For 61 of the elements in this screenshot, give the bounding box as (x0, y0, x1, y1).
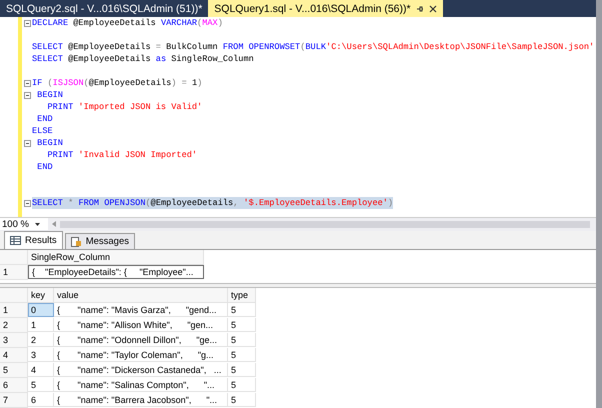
table-cell[interactable]: { "name": "Odonnell Dillon", "ge... (54, 333, 228, 348)
table-cell[interactable]: 5 (28, 378, 54, 392)
table-cell[interactable]: { "name": "Salinas Compton", "... (54, 378, 228, 392)
code-line: END (36, 113, 53, 126)
document-tab[interactable]: SQLQuery2.sql - V...016\SQLAdmin (51))* (0, 0, 208, 18)
table-cell[interactable]: 5 (228, 363, 256, 378)
code-line: PRINT 'Invalid JSON Imported' (46, 149, 198, 162)
row-number: 1 (0, 265, 28, 280)
column-header: SingleRow_Column (28, 250, 204, 266)
code-line: BEGIN (36, 137, 63, 150)
table-cell[interactable]: 5 (228, 348, 256, 362)
collapse-icon[interactable] (24, 140, 31, 147)
table-cell[interactable]: 6 (28, 393, 54, 408)
row-number: 3 (0, 333, 28, 348)
table-cell[interactable]: { "name": "Taylor Coleman", "g... (54, 348, 228, 362)
grid-icon (10, 236, 21, 246)
code-line: IF (ISJSON(@EmployeeDetails) = 1) (32, 77, 202, 90)
row-number: 5 (0, 363, 28, 378)
column-header: value (54, 288, 228, 304)
collapse-icon[interactable] (24, 80, 31, 87)
row-number: 1 (0, 303, 28, 318)
table-cell[interactable]: 2 (28, 333, 54, 348)
code-line: ELSE (32, 125, 53, 138)
table-cell[interactable]: 3 (28, 348, 54, 362)
row-number: 7 (0, 393, 28, 408)
column-header: key (28, 288, 54, 304)
table-cell[interactable]: 5 (228, 393, 256, 408)
table-cell[interactable]: 5 (228, 333, 256, 348)
table-cell[interactable]: 0 (28, 303, 54, 318)
code-line: BEGIN (36, 89, 63, 102)
table-cell[interactable]: { "name": "Allison White", "gen... (54, 318, 228, 332)
close-icon[interactable] (428, 4, 437, 13)
code-line: END (36, 161, 53, 174)
row-number: 4 (0, 348, 28, 364)
collapse-icon[interactable] (24, 200, 31, 207)
horizontal-scrollbar[interactable] (60, 220, 590, 228)
column-header: type (228, 288, 256, 304)
document-icon (70, 236, 82, 247)
results-tab[interactable]: Messages (64, 233, 135, 250)
code-line: DECLARE @EmployeeDetails VARCHAR(MAX) (32, 17, 223, 30)
table-cell[interactable]: 1 (28, 318, 54, 332)
table-cell[interactable]: 5 (228, 318, 256, 332)
table-cell[interactable]: { "name": "Barrera Jacobson", "... (54, 393, 228, 408)
pin-icon[interactable] (416, 4, 424, 13)
table-cell[interactable]: { "EmployeeDetails": { "Employee"... (28, 265, 204, 280)
code-line: SELECT @EmployeeDetails = BulkColumn FROM OPENROWSET(BULK'C:\Users\SQLAdmin\Desktop\JSONFile\SampleJSON.json' (32, 41, 594, 54)
table-cell[interactable]: 5 (228, 303, 256, 318)
collapse-icon[interactable] (24, 20, 31, 27)
code-line: SELECT @EmployeeDetails as SingleRow_Column (32, 53, 254, 66)
caret-icon (34, 222, 40, 226)
code-line: PRINT 'Imported JSON is Valid' (46, 101, 202, 114)
results-tab[interactable]: Results (4, 231, 63, 250)
table-cell[interactable]: { "name": "Dickerson Castaneda", ... (54, 363, 228, 378)
zoom-dropdown[interactable]: 100 % (0, 218, 48, 230)
collapse-icon[interactable] (24, 92, 31, 99)
row-number: 2 (0, 318, 28, 334)
row-number: 6 (0, 378, 28, 394)
table-cell[interactable]: 4 (28, 363, 54, 378)
table-cell[interactable]: { "name": "Mavis Garza", "gend... (54, 303, 228, 318)
table-cell[interactable]: 5 (228, 378, 256, 392)
document-tab[interactable]: SQLQuery1.sql - V...016\SQLAdmin (56))* (208, 0, 443, 18)
